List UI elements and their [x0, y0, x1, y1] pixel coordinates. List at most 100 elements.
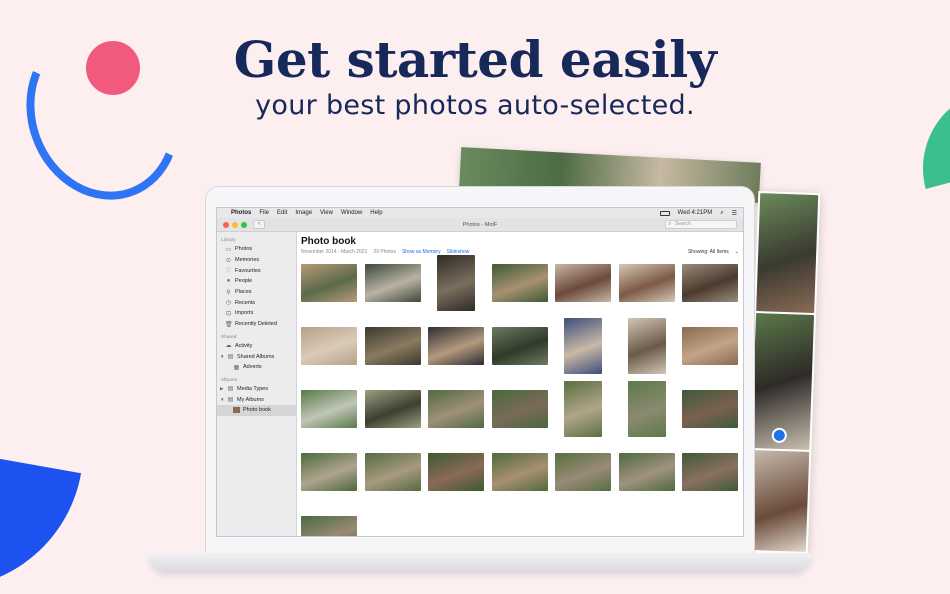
photo-thumbnail[interactable] — [491, 264, 548, 302]
photo-thumbnail[interactable] — [364, 327, 421, 365]
photo-thumbnail[interactable] — [364, 390, 421, 428]
sidebar-item-label: Recents — [235, 299, 256, 306]
photo-thumbnail[interactable] — [301, 327, 358, 365]
side-photo — [756, 193, 819, 314]
pin-icon: ⚲ — [226, 289, 231, 296]
photo-thumbnail[interactable] — [682, 327, 739, 365]
sidebar-item-label: My Albums — [237, 396, 264, 403]
menu-edit[interactable]: Edit — [277, 210, 287, 216]
menu-view[interactable]: View — [320, 210, 333, 216]
chevron-down-icon[interactable]: ⌄ — [735, 249, 739, 255]
sidebar-header-shared: Shared — [221, 334, 237, 340]
photo-thumbnail[interactable] — [301, 516, 358, 536]
sidebar-item-photos[interactable]: ▭ Photos — [217, 244, 296, 255]
side-photo — [747, 449, 810, 552]
photo-thumbnail[interactable] — [301, 453, 358, 491]
laptop-frame: Photos File Edit Image View Window Help … — [205, 186, 755, 556]
photo-thumbnail[interactable] — [627, 381, 666, 437]
photo-thumbnail[interactable] — [555, 264, 612, 302]
clock-icon: ◷ — [225, 300, 232, 307]
photo-thumbnail[interactable] — [564, 381, 603, 437]
showing-filter-dropdown[interactable]: Showing: All Items — [688, 249, 729, 255]
photo-thumbnail[interactable] — [301, 390, 358, 428]
sidebar-item-memories[interactable]: ⊙ Memories — [217, 255, 296, 266]
sidebar-item-media-types[interactable]: ▶ ▤ Media Types — [217, 384, 296, 395]
photo-thumbnail[interactable] — [682, 390, 739, 428]
sidebar-item-label: Photos — [235, 246, 253, 253]
sidebar-item-places[interactable]: ⚲ Places — [217, 287, 296, 298]
import-icon: ⊡ — [225, 310, 232, 317]
menu-bar: Photos File Edit Image View Window Help … — [217, 208, 743, 218]
photo-thumbnail[interactable] — [564, 318, 603, 374]
album-meta: November 2014 - March 2021 29 Photos Sho… — [301, 249, 739, 255]
menu-window[interactable]: Window — [341, 210, 362, 216]
show-as-memory-link[interactable]: Show as Memory — [402, 249, 441, 255]
menu-help[interactable]: Help — [370, 210, 382, 216]
sidebar-item-label: Photo book — [243, 407, 271, 414]
zoom-icon[interactable] — [241, 221, 247, 228]
album-title: Photo book — [301, 236, 356, 247]
album-icon: ▦ — [233, 364, 240, 371]
minimize-icon[interactable] — [232, 221, 238, 228]
sidebar-item-people[interactable]: ● People — [217, 276, 296, 287]
list-icon[interactable]: ☰ — [732, 210, 737, 217]
photo-thumbnail[interactable] — [301, 264, 358, 302]
disclosure-open-icon[interactable]: ▼ — [220, 397, 224, 402]
photo-thumbnail[interactable] — [437, 255, 476, 311]
side-photo-strip — [745, 191, 821, 555]
photo-thumbnail[interactable] — [618, 264, 675, 302]
sidebar-item-shared-albums[interactable]: ▼ ▤ Shared Albums — [217, 351, 296, 362]
album-count: 29 Photos — [373, 249, 396, 255]
folder-icon: ▤ — [227, 354, 234, 361]
photo-thumbnail[interactable] — [428, 327, 485, 365]
photo-thumbnail[interactable] — [364, 453, 421, 491]
sidebar-item-label: Activity — [235, 342, 253, 349]
back-button[interactable]: ‹ — [253, 220, 265, 229]
menu-image[interactable]: Image — [295, 210, 312, 216]
sidebar-item-label: Adverts — [243, 364, 262, 371]
photo-thumbnail[interactable] — [428, 390, 485, 428]
disclosure-open-icon[interactable]: ▼ — [220, 354, 224, 359]
spotlight-icon[interactable]: ⌕ — [720, 210, 723, 217]
sidebar-item-label: Recently Deleted — [235, 321, 277, 328]
sidebar-item-favourites[interactable]: ♡ Favourites — [217, 265, 296, 276]
photos-icon: ▭ — [225, 246, 232, 253]
photo-thumbnail[interactable] — [491, 453, 548, 491]
menu-file[interactable]: File — [259, 210, 269, 216]
photo-thumbnail[interactable] — [364, 264, 421, 302]
sidebar: Library ▭ Photos ⊙ Memories ♡ Favourites ● P… — [217, 232, 297, 536]
memories-icon: ⊙ — [225, 257, 232, 264]
photo-thumbnail[interactable] — [491, 327, 548, 365]
sidebar-item-adverts[interactable]: ▦ Adverts — [217, 362, 296, 373]
photo-thumbnail[interactable] — [618, 453, 675, 491]
sidebar-item-recently-deleted[interactable]: 🗑 Recently Deleted — [217, 319, 296, 330]
menu-clock[interactable]: Wed 4:21PM — [678, 210, 713, 216]
cloud-icon: ☁ — [225, 343, 232, 350]
sidebar-header-albums: Albums — [221, 377, 237, 383]
photo-thumbnail[interactable] — [627, 318, 666, 374]
photo-thumbnail[interactable] — [555, 453, 612, 491]
laptop-base — [148, 553, 812, 573]
battery-icon[interactable] — [659, 210, 670, 216]
heart-icon: ♡ — [225, 268, 232, 275]
sidebar-item-label: Memories — [235, 257, 260, 264]
sidebar-item-imports[interactable]: ⊡ Imports — [217, 308, 296, 319]
sidebar-item-my-albums[interactable]: ▼ ▤ My Albums — [217, 394, 296, 405]
sidebar-item-recents[interactable]: ◷ Recents — [217, 297, 296, 308]
photo-thumbnail[interactable] — [491, 390, 548, 428]
sidebar-item-photo-book[interactable]: Photo book — [217, 404, 296, 416]
disclosure-closed-icon[interactable]: ▶ — [220, 386, 224, 392]
sidebar-item-activity[interactable]: ☁ Activity — [217, 341, 296, 352]
sidebar-item-label: Shared Albums — [237, 353, 275, 360]
folder-icon: ▤ — [227, 397, 234, 404]
screen: Photos File Edit Image View Window Help … — [216, 207, 744, 537]
photo-thumbnail[interactable] — [682, 453, 739, 491]
menu-app-name[interactable]: Photos — [231, 210, 251, 216]
hero-title: Get started easily — [233, 30, 717, 89]
search-input[interactable]: Search — [665, 220, 737, 229]
traffic-lights — [223, 221, 247, 228]
hero-subtitle: your best photos auto-selected. — [255, 90, 695, 121]
photo-thumbnail[interactable] — [682, 264, 739, 302]
close-icon[interactable] — [223, 221, 229, 228]
photo-thumbnail[interactable] — [428, 453, 485, 491]
